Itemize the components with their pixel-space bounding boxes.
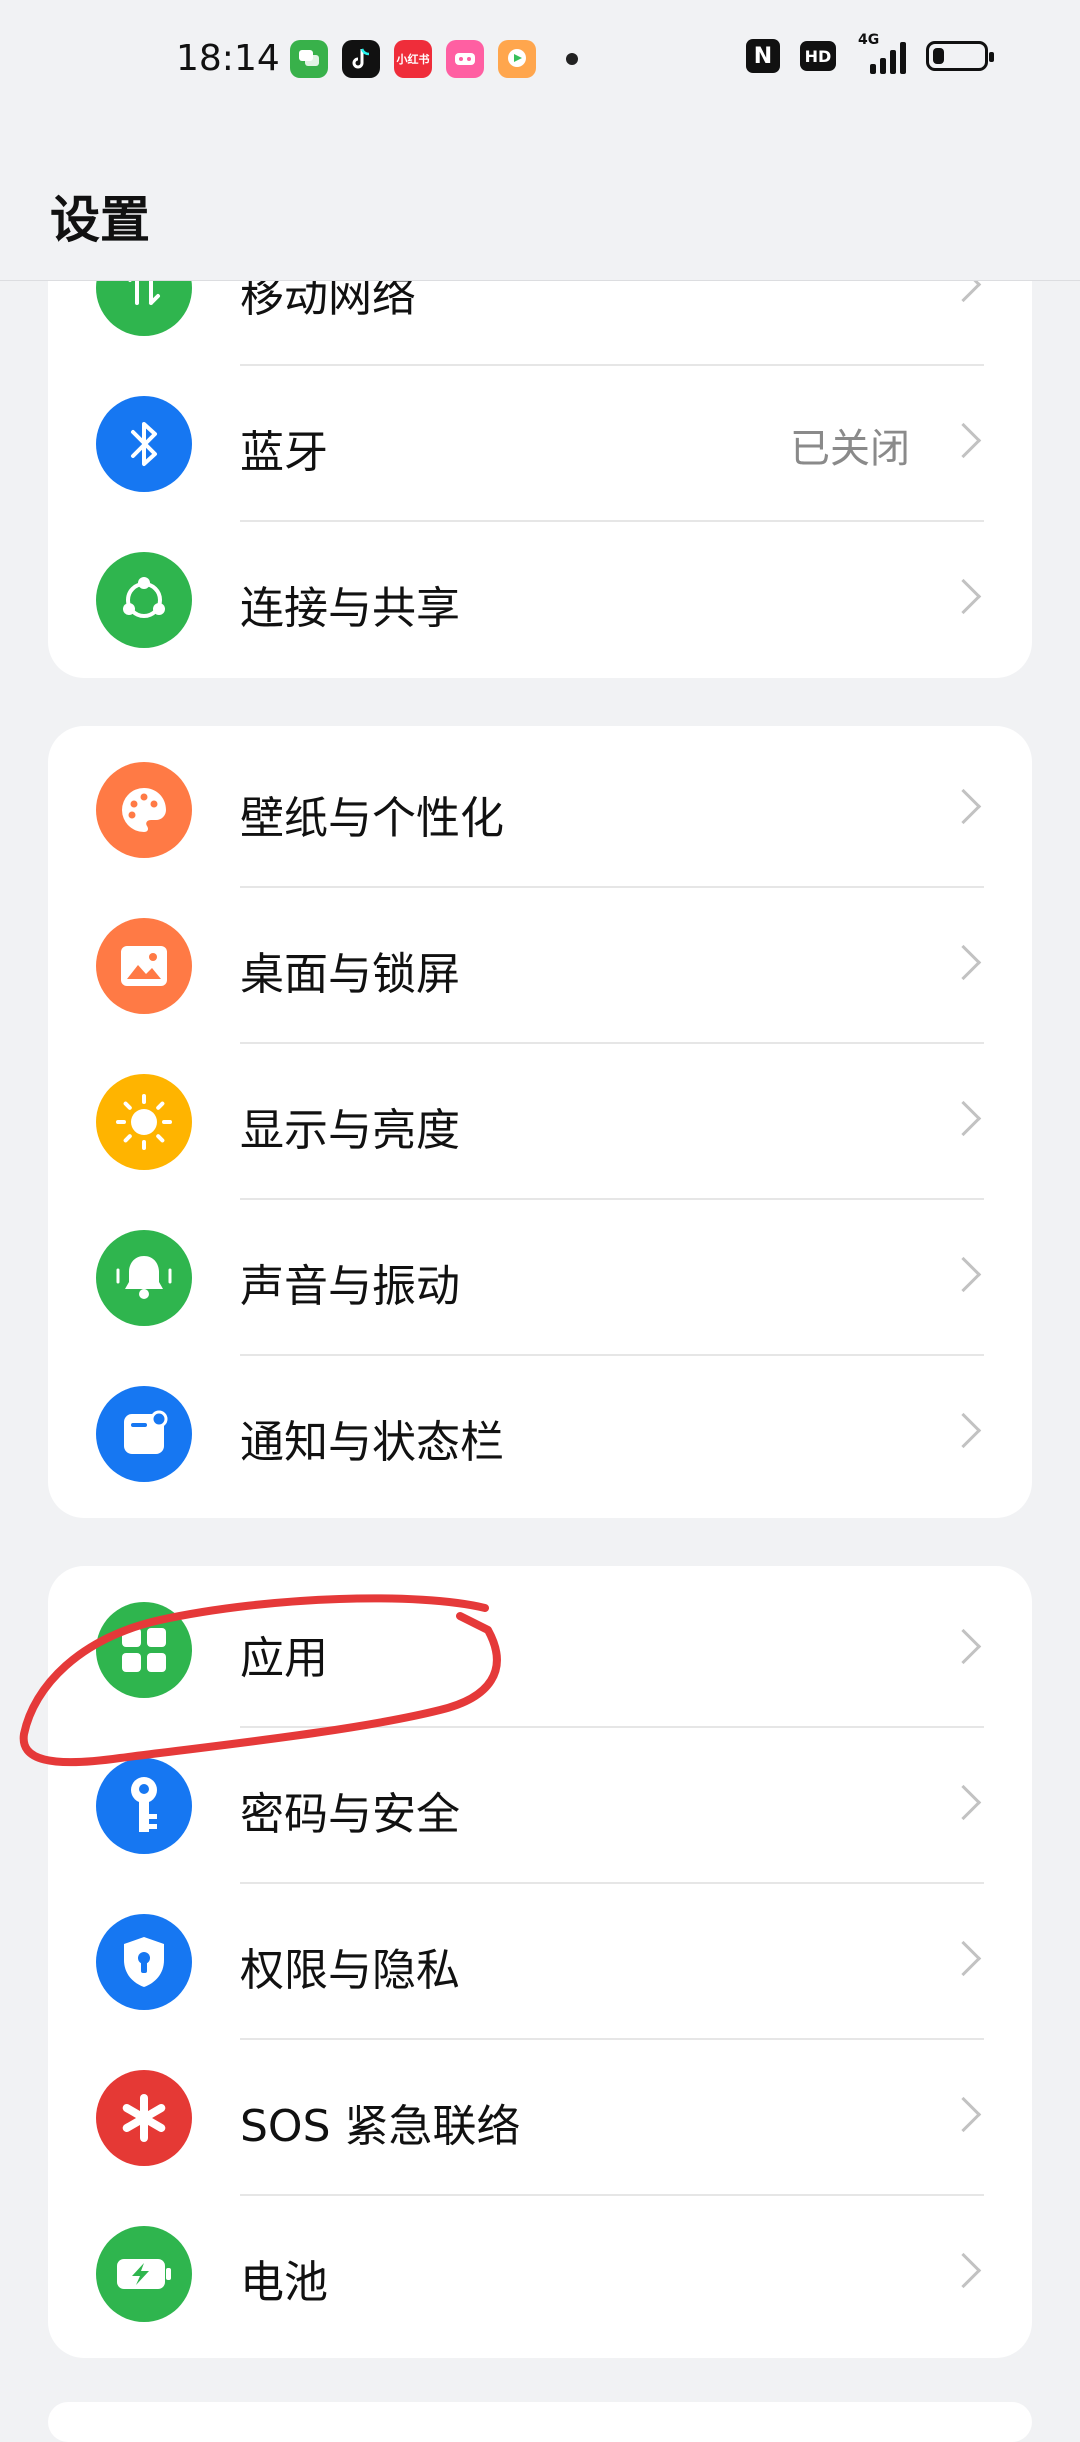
settings-item-label: 电池 bbox=[240, 2257, 328, 2308]
battery-icon bbox=[926, 41, 994, 71]
nfc-icon: N bbox=[746, 39, 780, 73]
settings-group-personalization: 壁纸与个性化 桌面与锁屏 显示与亮度 声音与振动 通知与状态栏 bbox=[48, 726, 1032, 1518]
sun-icon bbox=[96, 1074, 192, 1170]
settings-item-label: 显示与亮度 bbox=[240, 1105, 460, 1156]
chevron-right-icon bbox=[945, 944, 982, 981]
settings-item-notification-status-bar[interactable]: 通知与状态栏 bbox=[48, 1356, 1032, 1512]
pink-app-icon bbox=[446, 40, 484, 78]
signal-icon: 4G bbox=[856, 32, 906, 74]
settings-group-next bbox=[48, 2402, 1032, 2442]
share-icon bbox=[96, 552, 192, 648]
notification-icon bbox=[96, 1386, 192, 1482]
bell-icon bbox=[96, 1230, 192, 1326]
settings-item-label: 应用 bbox=[240, 1633, 328, 1684]
chevron-right-icon bbox=[945, 2096, 982, 2133]
page-title: 设置 bbox=[50, 191, 150, 249]
more-notifications-dot bbox=[566, 53, 578, 65]
settings-item-display-brightness[interactable]: 显示与亮度 bbox=[48, 1044, 1032, 1200]
settings-item-password-security[interactable]: 密码与安全 bbox=[48, 1728, 1032, 1884]
chevron-right-icon bbox=[945, 1784, 982, 1821]
shield-icon bbox=[96, 1914, 192, 2010]
xiaohongshu-label: 小红书 bbox=[396, 53, 430, 66]
chevron-right-icon bbox=[945, 1256, 982, 1293]
settings-item-sos[interactable]: SOS 紧急联络 bbox=[48, 2040, 1032, 2196]
settings-item-label: 壁纸与个性化 bbox=[240, 793, 504, 844]
video-app-icon bbox=[498, 40, 536, 78]
chevron-right-icon bbox=[945, 2252, 982, 2289]
notification-icons: 小红书 bbox=[290, 40, 578, 78]
settings-item-label: 蓝牙 bbox=[240, 427, 328, 478]
settings-item-label: 密码与安全 bbox=[240, 1789, 460, 1840]
hd-icon: HD bbox=[800, 41, 836, 71]
key-icon bbox=[96, 1758, 192, 1854]
apps-grid-icon bbox=[96, 1602, 192, 1698]
messages-app-icon bbox=[290, 40, 328, 78]
settings-item-label: 通知与状态栏 bbox=[240, 1417, 504, 1468]
chevron-right-icon bbox=[945, 1412, 982, 1449]
settings-item-bluetooth[interactable]: 蓝牙 已关闭 bbox=[48, 366, 1032, 522]
palette-icon bbox=[96, 762, 192, 858]
system-icons: N HD 4G bbox=[746, 32, 994, 74]
picture-icon bbox=[96, 918, 192, 1014]
tiktok-app-icon bbox=[342, 40, 380, 78]
battery-charge-icon bbox=[96, 2226, 192, 2322]
settings-item-label: 声音与振动 bbox=[240, 1261, 460, 1312]
status-time: 18:14 bbox=[176, 38, 280, 79]
settings-item-label: 桌面与锁屏 bbox=[240, 949, 460, 1000]
chevron-right-icon bbox=[945, 578, 982, 615]
asterisk-icon bbox=[96, 2070, 192, 2166]
settings-item-wallpaper[interactable]: 壁纸与个性化 bbox=[48, 732, 1032, 888]
settings-group-system: 应用 密码与安全 权限与隐私 SOS 紧急联络 电池 bbox=[48, 1566, 1032, 2358]
settings-item-label: SOS 紧急联络 bbox=[240, 2101, 521, 2152]
settings-header: 设置 bbox=[0, 120, 1080, 281]
settings-item-sound-vibration[interactable]: 声音与振动 bbox=[48, 1200, 1032, 1356]
settings-item-battery[interactable]: 电池 bbox=[48, 2196, 1032, 2352]
status-bar: 18:14 小红书 N HD 4G bbox=[0, 0, 1080, 120]
chevron-right-icon bbox=[945, 1100, 982, 1137]
chevron-right-icon bbox=[945, 422, 982, 459]
bluetooth-icon bbox=[96, 396, 192, 492]
settings-item-label: 权限与隐私 bbox=[240, 1945, 460, 1996]
settings-item-home-lock-screen[interactable]: 桌面与锁屏 bbox=[48, 888, 1032, 1044]
settings-item-label: 连接与共享 bbox=[240, 583, 460, 634]
xiaohongshu-app-icon: 小红书 bbox=[394, 40, 432, 78]
bluetooth-status-value: 已关闭 bbox=[790, 426, 910, 472]
settings-item-apps[interactable]: 应用 bbox=[48, 1572, 1032, 1728]
battery-level-fill bbox=[933, 48, 944, 64]
settings-item-connection-sharing[interactable]: 连接与共享 bbox=[48, 522, 1032, 678]
settings-item-permissions-privacy[interactable]: 权限与隐私 bbox=[48, 1884, 1032, 2040]
chevron-right-icon bbox=[945, 1628, 982, 1665]
chevron-right-icon bbox=[945, 1940, 982, 1977]
chevron-right-icon bbox=[945, 788, 982, 825]
